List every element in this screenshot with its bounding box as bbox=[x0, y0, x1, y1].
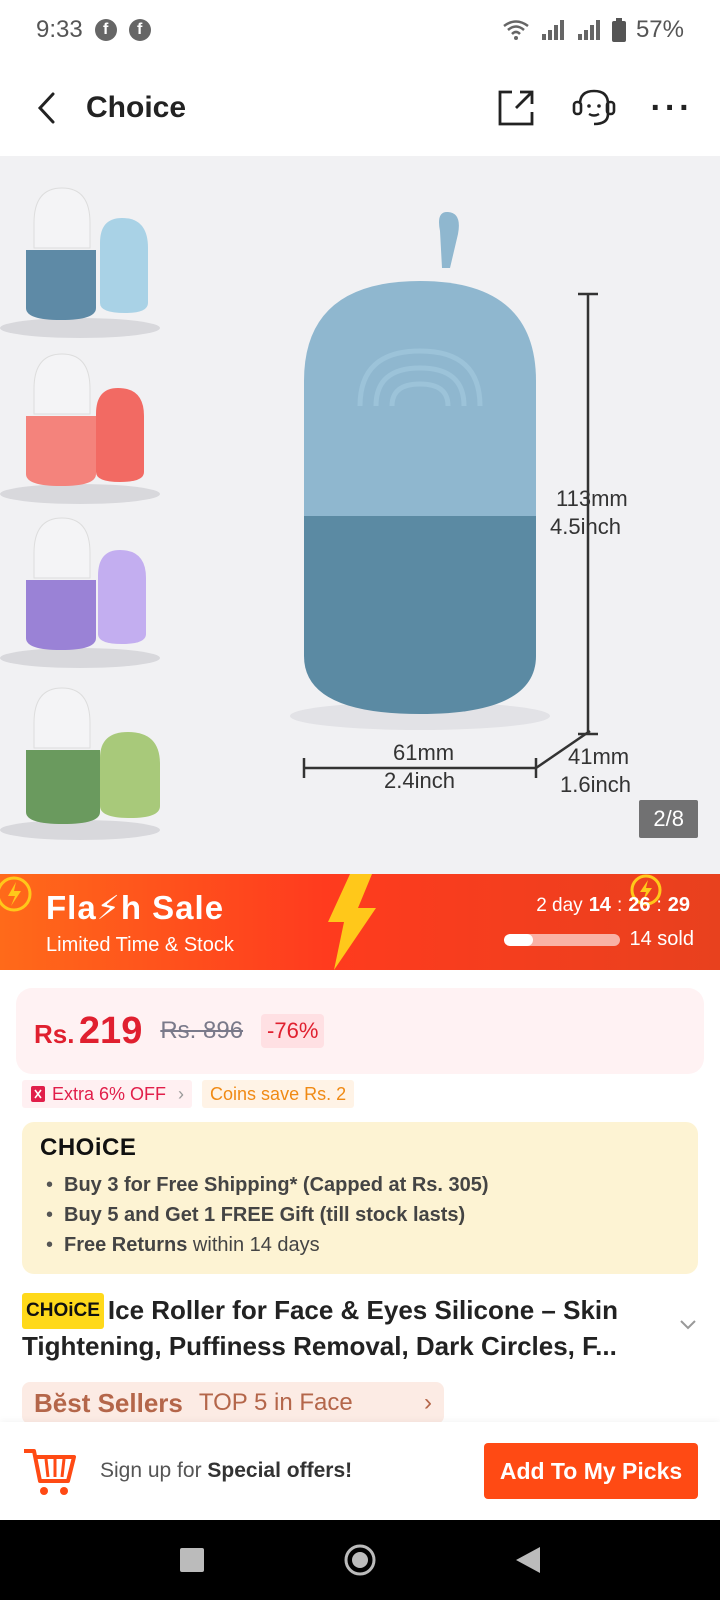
depth-inch-label: 1.6inch bbox=[560, 772, 631, 797]
sold-count: 14 sold bbox=[629, 928, 695, 950]
more-options-icon[interactable]: ··· bbox=[646, 82, 698, 134]
coupon-icon bbox=[31, 1086, 45, 1102]
product-title-text: Ice Roller for Face & Eyes Silicone – Sk… bbox=[22, 1295, 619, 1361]
benefit-item: Free Returns within 14 days bbox=[40, 1230, 680, 1260]
original-price: Rs. 896 bbox=[160, 1017, 244, 1044]
signup-prompt[interactable]: Sign up for Special offers! bbox=[100, 1459, 352, 1483]
flash-sale-title: Fla⚡h Sale bbox=[46, 889, 225, 926]
best-sellers-label: Bĕst Sellers bbox=[34, 1387, 183, 1418]
width-inch-label: 2.4inch bbox=[384, 768, 455, 793]
back-nav-icon[interactable] bbox=[514, 1545, 542, 1575]
depth-mm-label: 41mm bbox=[568, 744, 629, 769]
benefit-item: Buy 5 and Get 1 FREE Gift (till stock la… bbox=[40, 1200, 680, 1230]
signal-icon bbox=[577, 20, 600, 40]
countdown-seconds: 29 bbox=[667, 894, 690, 916]
cart-icon[interactable] bbox=[22, 1443, 78, 1499]
main-product-image: 113mm 4.5inch 61mm 2.4inch 41mm 1.6inch bbox=[290, 211, 631, 797]
flash-sale-subtitle: Limited Time & Stock bbox=[46, 934, 234, 956]
variant-thumbnail-blue[interactable] bbox=[0, 178, 175, 343]
chevron-down-icon[interactable] bbox=[678, 1318, 698, 1332]
price-currency: Rs. bbox=[34, 1018, 75, 1049]
height-mm-label: 113mm bbox=[556, 486, 628, 511]
facebook-notification-icon: f bbox=[94, 19, 117, 41]
choice-badge: CHOiCE bbox=[22, 1293, 104, 1329]
share-icon bbox=[498, 90, 534, 126]
sold-progress-track bbox=[503, 933, 620, 946]
discount-badge: -76% bbox=[261, 1014, 325, 1048]
product-image-gallery[interactable]: 113mm 4.5inch 61mm 2.4inch 41mm 1.6inch … bbox=[0, 156, 720, 874]
chevron-right-icon: › bbox=[424, 1389, 432, 1416]
battery-percent: 57% bbox=[635, 16, 684, 43]
coins-chip[interactable]: Coins save Rs. 2 bbox=[202, 1080, 355, 1108]
countdown-hours: 14 bbox=[588, 894, 611, 916]
alarm-clock-icon bbox=[0, 876, 32, 912]
battery-icon bbox=[611, 18, 626, 42]
lightning-bolt-icon bbox=[328, 874, 376, 970]
choice-benefits[interactable]: CHOiCE Buy 3 for Free Shipping* (Capped … bbox=[22, 1122, 698, 1274]
product-title[interactable]: CHOiCE Ice Roller for Face & Eyes Silicon… bbox=[22, 1293, 662, 1363]
price-card: Rs. 219 Rs. 896 -76% bbox=[16, 988, 704, 1074]
variant-thumbnail-purple[interactable] bbox=[0, 508, 175, 673]
choice-logo: CHOiCE bbox=[40, 1134, 137, 1161]
status-bar: 9:33 f f 57% bbox=[0, 0, 720, 60]
price-amount: 219 bbox=[78, 1009, 143, 1052]
benefit-item: Buy 3 for Free Shipping* (Capped at Rs. … bbox=[40, 1170, 680, 1200]
facebook-notification-icon: f bbox=[128, 19, 151, 41]
back-button[interactable] bbox=[22, 84, 70, 132]
signal-icon bbox=[541, 20, 564, 40]
extra-discount-label: Extra 6% OFF bbox=[52, 1083, 167, 1104]
promo-row: Extra 6% OFF › Coins save Rs. 2 bbox=[22, 1080, 355, 1108]
home-icon[interactable] bbox=[343, 1543, 377, 1577]
wifi-icon bbox=[503, 20, 529, 40]
share-button[interactable] bbox=[490, 82, 542, 134]
status-time: 9:33 bbox=[36, 16, 83, 43]
recents-icon[interactable] bbox=[178, 1546, 206, 1574]
sale-countdown: 2 day 14 : 26 : 29 bbox=[536, 894, 690, 916]
countdown-days: 2 day bbox=[536, 895, 583, 916]
best-sellers-value: TOP 5 in Face bbox=[198, 1389, 353, 1416]
sold-progress-fill bbox=[503, 933, 533, 946]
flash-sale-banner[interactable]: Fla⚡h Sale Limited Time & Stock 2 day 14… bbox=[0, 874, 720, 970]
countdown-minutes: 26 bbox=[628, 894, 651, 916]
add-to-picks-button[interactable]: Add To My Picks bbox=[484, 1443, 698, 1499]
customer-service-button[interactable] bbox=[568, 82, 620, 134]
width-mm-label: 61mm bbox=[393, 740, 454, 765]
chevron-right-icon: › bbox=[178, 1083, 185, 1104]
best-sellers-rank[interactable]: Bĕst Sellers TOP 5 in Face › bbox=[22, 1382, 444, 1424]
height-inch-label: 4.5inch bbox=[550, 514, 621, 539]
sold-progress: 14 sold bbox=[503, 928, 695, 951]
app-header: Choice ··· bbox=[0, 60, 720, 156]
current-price: Rs. 219 bbox=[34, 1010, 142, 1053]
system-navigation-bar bbox=[0, 1520, 720, 1600]
image-counter: 2/8 bbox=[639, 800, 698, 838]
support-agent-icon bbox=[572, 89, 616, 126]
choice-benefit-list: Buy 3 for Free Shipping* (Capped at Rs. … bbox=[40, 1170, 680, 1260]
page-title: Choice bbox=[86, 91, 187, 124]
extra-discount-chip[interactable]: Extra 6% OFF › bbox=[22, 1080, 193, 1108]
variant-thumbnail-coral[interactable] bbox=[0, 344, 175, 509]
variant-thumbnail-green[interactable] bbox=[0, 678, 175, 843]
bottom-action-bar: Sign up for Special offers! Add To My Pi… bbox=[0, 1422, 720, 1520]
chevron-left-icon bbox=[37, 92, 55, 124]
